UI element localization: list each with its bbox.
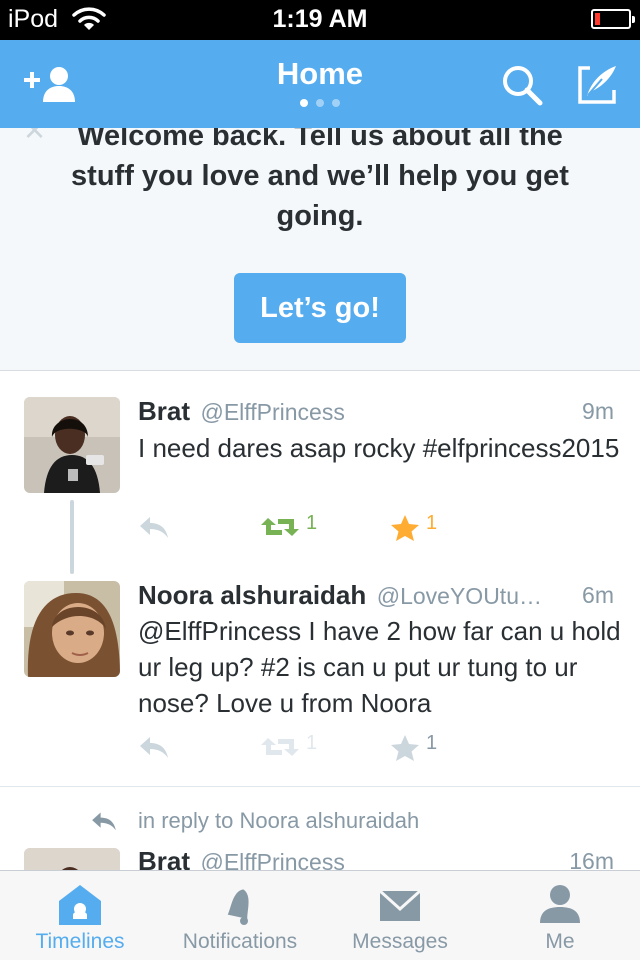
- reply-context-label[interactable]: in reply to Noora alshuraidah: [138, 808, 419, 834]
- bell-icon: [227, 889, 249, 925]
- page-dot: [300, 99, 308, 107]
- retweet-count: 1: [306, 512, 318, 534]
- nav-bar: Home: [0, 40, 640, 128]
- favorite-star-icon[interactable]: [390, 514, 420, 542]
- tab-timelines[interactable]: Timelines: [0, 871, 160, 960]
- avatar[interactable]: [24, 397, 120, 493]
- tab-messages[interactable]: Messages: [320, 871, 480, 960]
- tab-bar: Timelines Notifications Messages Me: [0, 870, 640, 960]
- tweet-author-name[interactable]: Brat: [138, 396, 190, 426]
- tweet-author-name[interactable]: Noora alshuraidah: [138, 580, 366, 610]
- tab-notifications[interactable]: Notifications: [160, 871, 320, 960]
- avatar[interactable]: [24, 581, 120, 677]
- tweet-author-handle[interactable]: @LoveYOUtu…: [377, 583, 542, 609]
- tweet-item[interactable]: Noora alshuraidah @LoveYOUtu… 6m @ElffPr…: [0, 558, 640, 786]
- reply-icon[interactable]: [138, 734, 170, 760]
- tab-label: Messages: [352, 930, 448, 953]
- reply-context-icon: [92, 812, 116, 831]
- welcome-message: Welcome back. Tell us about all the stuf…: [71, 128, 569, 232]
- lets-go-button[interactable]: Let’s go!: [234, 273, 406, 343]
- retweet-icon[interactable]: [260, 514, 300, 540]
- tweet-timestamp: 16m: [569, 848, 614, 870]
- page-dot: [332, 99, 340, 107]
- timeline-divider: [0, 786, 640, 787]
- tweet-header: Brat @ElffPrincess: [138, 846, 616, 870]
- tab-label: Me: [545, 930, 575, 953]
- tweet-timestamp: 6m: [582, 582, 614, 608]
- page-title: Home: [276, 56, 364, 91]
- retweet-icon[interactable]: [260, 734, 300, 760]
- tweet-header: Brat @ElffPrincess: [138, 396, 616, 427]
- tab-label: Notifications: [182, 930, 298, 953]
- welcome-card: × Welcome back. Tell us about all the st…: [0, 128, 640, 371]
- compose-icon[interactable]: [574, 62, 620, 108]
- avatar[interactable]: [24, 848, 120, 870]
- retweet-count: 1: [306, 732, 318, 754]
- tweet-item[interactable]: Brat @ElffPrincess 9m I need dares asap …: [0, 372, 640, 558]
- tweet-text: I need dares asap rocky #elfprincess2015: [138, 433, 620, 463]
- tab-label: Timelines: [35, 930, 125, 953]
- favorite-star-icon[interactable]: [390, 734, 420, 762]
- tweet-author-name[interactable]: Brat: [138, 846, 190, 870]
- favorite-count: 1: [426, 732, 438, 754]
- tweet-text: @ElffPrincess I have 2 how far can u hol…: [138, 616, 621, 718]
- envelope-icon: [378, 889, 422, 921]
- favorite-count: 1: [426, 512, 438, 534]
- tweet-timestamp: 9m: [582, 398, 614, 424]
- status-bar: iPod 1:19 AM: [0, 0, 640, 40]
- status-time: 1:19 AM: [272, 5, 368, 33]
- tweet-item[interactable]: Brat @ElffPrincess 16m: [0, 840, 640, 870]
- person-icon: [540, 885, 580, 923]
- tweet-header: Noora alshuraidah @LoveYOUtu…: [138, 580, 560, 611]
- page-dot: [316, 99, 324, 107]
- page-indicator: [0, 99, 640, 107]
- search-icon[interactable]: [500, 63, 544, 107]
- tweet-author-handle[interactable]: @ElffPrincess: [200, 849, 344, 870]
- reply-icon[interactable]: [138, 514, 170, 540]
- tweet-author-handle[interactable]: @ElffPrincess: [200, 399, 344, 425]
- battery-icon: [591, 9, 635, 29]
- close-icon[interactable]: ×: [24, 128, 45, 148]
- home-icon: [59, 885, 101, 925]
- tab-me[interactable]: Me: [480, 871, 640, 960]
